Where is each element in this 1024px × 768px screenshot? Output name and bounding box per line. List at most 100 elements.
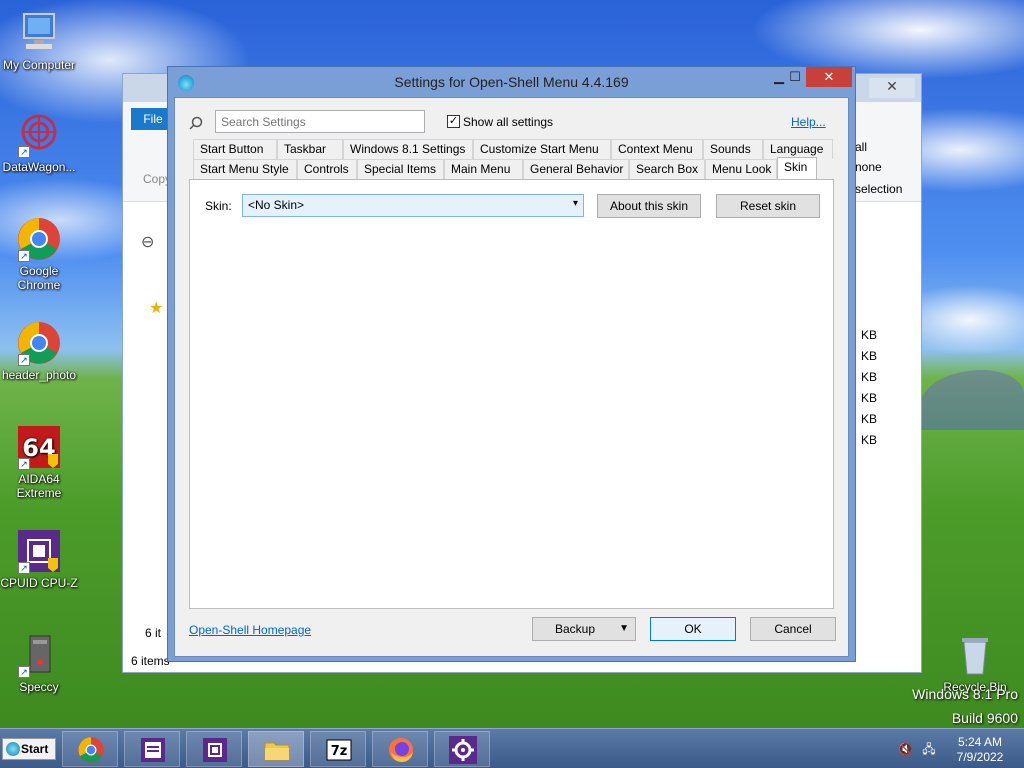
close-button[interactable]: ✕ (806, 67, 852, 87)
taskbar-app-window[interactable] (124, 731, 180, 767)
cpu-z-icon (201, 736, 229, 764)
desktop-icon-datawagon[interactable]: ↗ DataWagon... (0, 112, 78, 174)
help-link[interactable]: Help... (791, 115, 826, 129)
dialog-client: ✓ Show all settings Help... Start Button… (174, 97, 849, 657)
firefox-icon (387, 736, 415, 764)
desktop-icon-my-computer[interactable]: My Computer (0, 10, 78, 72)
taskbar-app-cpu-z[interactable] (186, 731, 242, 767)
desktop-icon-label: Speccy (19, 680, 59, 694)
start-orb-icon (6, 742, 20, 756)
about-this-skin-button[interactable]: About this skin (597, 194, 701, 218)
explorer-size-cell: KB (861, 391, 878, 405)
volume-muted-icon[interactable]: 🔇 (898, 742, 913, 756)
tab-start-menu-style[interactable]: Start Menu Style (193, 159, 297, 179)
shortcut-arrow-icon: ↗ (18, 250, 30, 262)
dialog-titlebar[interactable]: Settings for Open-Shell Menu 4.4.169 ▁ ☐… (168, 67, 855, 97)
show-all-settings-checkbox[interactable]: ✓ (447, 115, 460, 128)
explorer-select-none[interactable]: none (855, 160, 882, 174)
chevron-down-icon: ▾ (572, 198, 578, 209)
explorer-close-button[interactable]: ✕ (869, 78, 915, 98)
tab-language[interactable]: Language (763, 139, 833, 159)
start-button-label: Start (21, 742, 49, 756)
svg-text:7z: 7z (331, 744, 348, 759)
windows-build-watermark: Build 9600 (951, 710, 1018, 726)
explorer-size-cell: KB (861, 412, 878, 426)
desktop-icon-label: Google Chrome (17, 264, 61, 292)
speccy-icon: ↗ (16, 632, 62, 678)
desktop-icon-recycle-bin[interactable]: Recycle Bin (936, 632, 1014, 694)
taskbar-app-settings[interactable] (434, 731, 490, 767)
dropdown-arrow-icon: ▼ (619, 623, 629, 634)
7zip-icon: 7z (325, 736, 353, 764)
ok-button[interactable]: OK (650, 617, 736, 641)
desktop-icon-header-photo[interactable]: ↗ header_photo (0, 320, 78, 382)
skin-tab-page: Skin: <No Skin> ▾ About this skin Reset … (189, 179, 834, 609)
network-icon[interactable]: 🖧 (922, 742, 936, 756)
tab-general-behavior[interactable]: General Behavior (523, 159, 629, 179)
clock-date: 7/9/2022 (956, 750, 1004, 764)
desktop-icon-label: header_photo (1, 368, 77, 382)
taskbar: Start 7z 🔇 🖧 5:24 AM 7/9/2022 (0, 728, 1024, 768)
taskbar-app-7zip[interactable]: 7z (310, 731, 366, 767)
backup-button-label: Backup (555, 622, 596, 636)
start-button[interactable]: Start (2, 738, 56, 760)
explorer-size-cell: KB (861, 370, 878, 384)
shortcut-arrow-icon: ↗ (18, 458, 30, 470)
tab-search-box[interactable]: Search Box (629, 159, 705, 179)
explorer-invert-selection[interactable]: selection (855, 182, 902, 196)
explorer-items-count-pane: 6 it (145, 626, 162, 640)
chrome-icon: ↗ (16, 216, 62, 262)
explorer-size-cell: KB (861, 328, 878, 342)
taskbar-app-chrome[interactable] (62, 731, 118, 767)
cancel-button[interactable]: Cancel (750, 617, 836, 641)
desktop-icon-google-chrome[interactable]: ↗ Google Chrome (0, 216, 78, 292)
desktop-icon-aida64[interactable]: 64 ↗ AIDA64 Extreme (0, 424, 78, 500)
clock-time: 5:24 AM (957, 735, 1003, 749)
taskbar-app-file-explorer[interactable] (248, 731, 304, 767)
shortcut-arrow-icon: ↗ (18, 666, 30, 678)
cpu-z-icon: ↗ (16, 528, 62, 574)
datawagon-icon: ↗ (16, 112, 62, 158)
settings-dialog: Settings for Open-Shell Menu 4.4.169 ▁ ☐… (167, 66, 856, 662)
tab-windows-81-settings[interactable]: Windows 8.1 Settings (343, 139, 473, 159)
clock[interactable]: 5:24 AM 7/9/2022 (952, 735, 1008, 765)
search-settings-input[interactable] (215, 110, 425, 133)
tab-customize-start-menu[interactable]: Customize Start Menu (473, 139, 611, 159)
search-icon (189, 116, 203, 130)
tab-context-menu[interactable]: Context Menu (611, 139, 703, 159)
gear-icon (449, 736, 477, 764)
tab-skin[interactable]: Skin (777, 157, 817, 179)
back-arrow-icon[interactable]: ⊖ (141, 232, 154, 252)
skin-label: Skin: (205, 199, 232, 213)
shortcut-arrow-icon: ↗ (18, 562, 30, 574)
tab-start-button[interactable]: Start Button (193, 139, 277, 159)
tab-taskbar[interactable]: Taskbar (277, 139, 343, 159)
explorer-select-all[interactable]: all (855, 140, 867, 154)
shortcut-arrow-icon: ↗ (18, 146, 30, 158)
dialog-title: Settings for Open-Shell Menu 4.4.169 (394, 74, 629, 90)
desktop-icon-label: DataWagon... (2, 160, 76, 174)
skin-select-value: <No Skin> (248, 198, 305, 212)
shortcut-arrow-icon: ↗ (18, 354, 30, 366)
app-window-icon (139, 736, 167, 764)
desktop-icon-label: My Computer (2, 58, 76, 72)
explorer-size-cell: KB (861, 433, 878, 447)
desktop-icon-speccy[interactable]: ↗ Speccy (0, 632, 78, 694)
skin-select[interactable]: <No Skin> ▾ (242, 194, 584, 217)
tab-special-items[interactable]: Special Items (357, 159, 444, 179)
show-all-settings-label[interactable]: Show all settings (463, 115, 553, 129)
desktop-icon-label: CPUID CPU-Z (0, 576, 78, 590)
open-shell-homepage-link[interactable]: Open-Shell Homepage (189, 623, 311, 637)
aida64-icon: 64 ↗ (16, 424, 62, 470)
taskbar-app-firefox[interactable] (372, 731, 428, 767)
tab-controls[interactable]: Controls (297, 159, 357, 179)
reset-skin-button[interactable]: Reset skin (716, 194, 820, 218)
backup-button[interactable]: Backup ▼ (532, 617, 636, 641)
maximize-button[interactable]: ☐ (782, 67, 808, 87)
favorites-star-icon[interactable]: ★ (149, 298, 163, 318)
tab-menu-look[interactable]: Menu Look (705, 159, 777, 179)
chrome-icon (77, 736, 105, 764)
tab-main-menu[interactable]: Main Menu (444, 159, 523, 179)
desktop-icon-cpu-z[interactable]: ↗ CPUID CPU-Z (0, 528, 78, 590)
tab-sounds[interactable]: Sounds (703, 139, 763, 159)
